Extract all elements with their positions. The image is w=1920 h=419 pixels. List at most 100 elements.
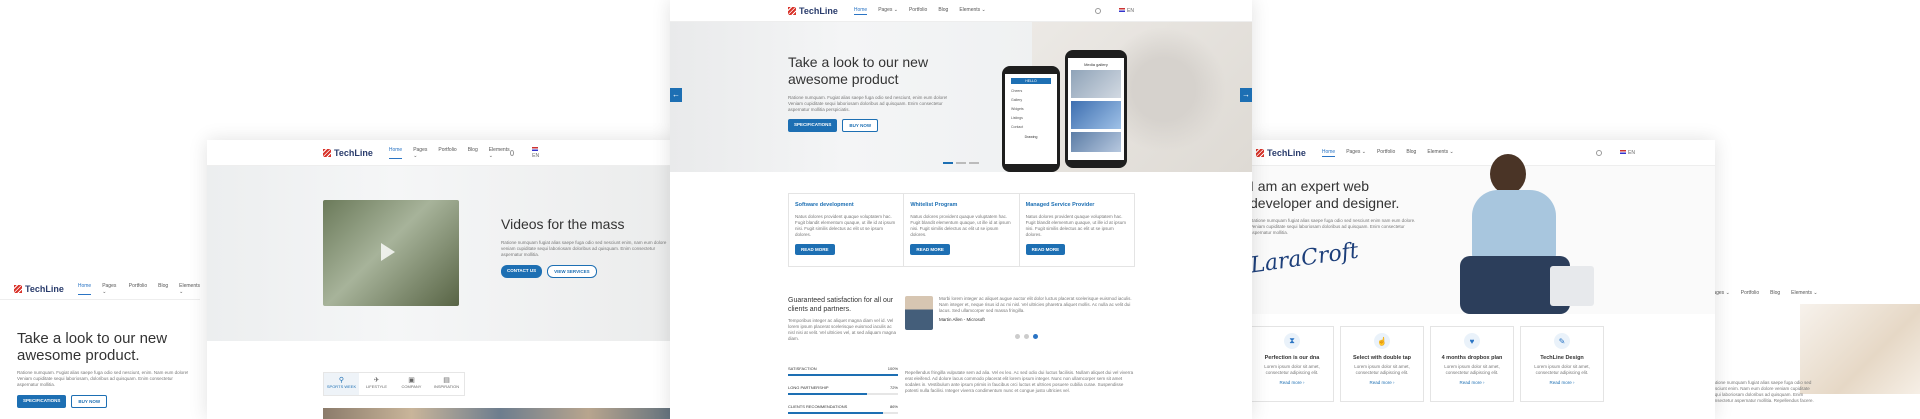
briefcase-icon: ▣ (408, 377, 415, 384)
feature-title: TechLine Design (1540, 355, 1584, 361)
skill-fill (788, 374, 898, 376)
hero-slider: ← → Take a look to our new awesome produ… (670, 22, 1252, 172)
nav-blog[interactable]: Blog (938, 7, 948, 15)
nav-elements[interactable]: Elements ⌄ (959, 7, 985, 15)
specifications-button[interactable]: SPECIFICATIONS (788, 119, 838, 132)
phone-menu-item: Gallery (1011, 98, 1023, 102)
logo[interactable]: TechLine (14, 284, 64, 294)
nav-pages[interactable]: Pages ⌄ (102, 283, 118, 295)
us-flag-icon (1620, 150, 1627, 155)
logo-text: TechLine (1267, 147, 1306, 158)
chevron-down-icon: ⌄ (980, 6, 986, 13)
phone-right: Media gallery (1065, 50, 1127, 168)
contact-us-button[interactable]: CONTACT US (501, 265, 543, 278)
slider-prev-arrow-icon[interactable]: ← (670, 88, 682, 102)
chevron-down-icon: ⌄ (1360, 148, 1366, 155)
skill-fill (788, 393, 868, 395)
developer-panel: TechLine Home Pages ⌄ Portfolio Blog Ele… (1250, 140, 1715, 419)
pen-icon: ✎ (1554, 333, 1570, 349)
person-head (1490, 154, 1526, 194)
testimonial-dot-active[interactable] (1033, 334, 1038, 339)
skill-value: 72% (889, 385, 898, 390)
skill-bar: SATISFACTION 100% (788, 366, 898, 376)
read-more-link[interactable]: Read more › (1431, 380, 1513, 385)
slider-next-arrow-icon[interactable]: → (1240, 88, 1252, 102)
tab-inspiration[interactable]: ▤ INSPIRATION (429, 373, 464, 395)
play-icon[interactable] (381, 243, 395, 261)
read-more-link[interactable]: Read more › (1341, 380, 1423, 385)
logo-text: TechLine (25, 283, 64, 294)
gallery-strip (323, 408, 677, 419)
nav-home[interactable]: Home (1321, 149, 1336, 157)
nav-home[interactable]: Home (388, 147, 403, 159)
logo[interactable]: TechLine (788, 6, 838, 16)
nav-portfolio[interactable]: Portfolio (909, 7, 927, 15)
nav-home[interactable]: Home (853, 7, 868, 15)
developer-photo (1450, 154, 1600, 314)
tab-label: INSPIRATION (433, 384, 460, 389)
note-icon: ▤ (443, 377, 450, 384)
search-icon[interactable] (509, 149, 515, 156)
language-switcher[interactable]: EN (1620, 150, 1635, 156)
read-more-button[interactable]: READ MORE (1025, 244, 1066, 255)
nav-blog[interactable]: Blog (1406, 149, 1416, 157)
feature-title: Select with double tap (1352, 355, 1412, 361)
nav-pages[interactable]: Pages ⌄ (413, 147, 427, 159)
skill-fill (788, 412, 883, 414)
logo[interactable]: TechLine (323, 148, 373, 158)
buy-now-button[interactable]: BUY NOW (71, 395, 108, 408)
buy-now-button[interactable]: BUY NOW (842, 119, 879, 132)
left-hero-text: Ratione numquam. Fugiat alias saepe fuga… (17, 370, 189, 387)
tab-lifestyle[interactable]: ✈ LIFESTYLE (359, 373, 394, 395)
videos-text-block: Videos for the mass Ratione numquam fugi… (501, 216, 671, 278)
nav-elements[interactable]: Elements ⌄ (179, 283, 200, 295)
skill-value: 100% (887, 366, 898, 371)
tab-label: LIFESTYLE (365, 384, 388, 389)
nav-blog[interactable]: Blog (468, 147, 478, 159)
language-switcher[interactable]: EN (532, 147, 541, 159)
main-nav: Home Pages ⌄ Portfolio Blog Elements ⌄ (1321, 149, 1454, 157)
language-switcher[interactable]: EN (1119, 8, 1134, 14)
language-label: EN (532, 152, 540, 159)
us-flag-icon (532, 147, 539, 152)
services-row: Software development Natus dolores provi… (788, 193, 1135, 267)
nav-elements[interactable]: Elements ⌄ (1791, 290, 1817, 296)
phone-hello-button: HELLO (1011, 78, 1051, 84)
nav-blog[interactable]: Blog (158, 283, 168, 295)
nav-elements[interactable]: Elements ⌄ (489, 147, 510, 159)
logo-mark-icon (788, 6, 796, 15)
slider-indicator[interactable] (969, 162, 979, 164)
read-more-button[interactable]: READ MORE (910, 244, 950, 255)
read-more-link[interactable]: Read more › (1521, 380, 1603, 385)
nav-portfolio[interactable]: Portfolio (1741, 290, 1759, 296)
tab-sports-week[interactable]: ⚲ SPORTS WEEK (324, 373, 359, 395)
logo[interactable]: TechLine (1256, 148, 1306, 158)
slider-indicators (943, 162, 979, 164)
search-icon[interactable] (1095, 7, 1102, 14)
nav-pages[interactable]: Pages ⌄ (878, 7, 898, 15)
view-services-button[interactable]: VIEW SERVICES (547, 265, 597, 278)
phone-right-screen: Media gallery (1068, 58, 1124, 160)
feature-card: ✎ TechLine Design Lorem ipsum dolor sit … (1520, 326, 1604, 402)
slider-indicator[interactable] (943, 162, 953, 164)
main-nav: Home Pages ⌄ Portfolio Blog Elements ⌄ (853, 7, 986, 15)
tab-company[interactable]: ▣ COMPANY (394, 373, 429, 395)
nav-portfolio[interactable]: Portfolio (438, 147, 456, 159)
nav-pages[interactable]: Pages ⌄ (1346, 149, 1366, 157)
read-more-button[interactable]: READ MORE (795, 244, 835, 255)
testimonial-dot[interactable] (1024, 334, 1029, 339)
videos-panel: TechLine Home Pages ⌄ Portfolio Blog Ele… (207, 140, 677, 419)
nav-blog[interactable]: Blog (1770, 290, 1780, 296)
skills-bars: SATISFACTION 100% LONG PARTNERSHIP 72% CLI… (788, 366, 898, 414)
nav-portfolio[interactable]: Portfolio (1377, 149, 1395, 157)
read-more-link[interactable]: Read more › (1251, 380, 1333, 385)
video-thumbnail[interactable] (323, 200, 459, 306)
main-nav: Home Pages ⌄ Portfolio Blog Elements ⌄ (388, 147, 510, 159)
testimonial-dot[interactable] (1015, 334, 1020, 339)
feature-card: ⧗ Perfection is our dna Lorem ipsum dolo… (1250, 326, 1334, 402)
specifications-button[interactable]: SPECIFICATIONS (17, 395, 67, 408)
chevron-down-icon: ⌄ (1811, 290, 1818, 296)
slider-indicator[interactable] (956, 162, 966, 164)
nav-portfolio[interactable]: Portfolio (129, 283, 147, 295)
nav-home[interactable]: Home (77, 283, 92, 295)
